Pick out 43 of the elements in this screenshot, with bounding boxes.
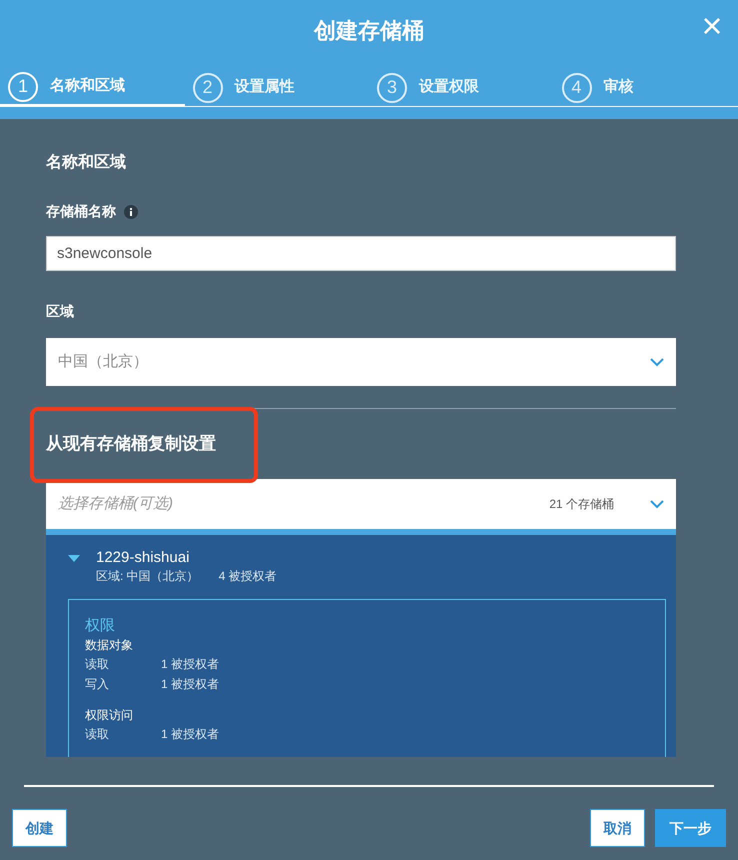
- field-label: 区域: [46, 302, 75, 321]
- bucket-name-field[interactable]: s3newconsole: [46, 236, 676, 271]
- step-number: 3: [377, 72, 407, 102]
- section-title: 从现有存储桶复制设置: [46, 433, 217, 455]
- expand-triangle-icon[interactable]: [68, 555, 80, 562]
- step-tab[interactable]: 3 设置权限: [369, 69, 554, 107]
- step-label: 名称和区域: [50, 76, 125, 96]
- group-title: 权限访问: [85, 707, 134, 724]
- info-icon[interactable]: [124, 204, 138, 218]
- step-number: 2: [192, 72, 222, 102]
- bucket-name[interactable]: 1229-shishuai: [96, 549, 277, 567]
- step-label: 设置权限: [419, 77, 479, 98]
- create-button[interactable]: 创建: [12, 809, 67, 847]
- chevron-down-icon: [650, 358, 664, 366]
- region-dropdown[interactable]: 中国（北京）: [46, 338, 676, 386]
- region-value: 中国（北京）: [58, 352, 148, 372]
- step-tab[interactable]: 4 审核: [554, 69, 738, 107]
- permission-label: 读取: [85, 656, 110, 673]
- step-tab[interactable]: 1 名称和区域: [0, 69, 184, 107]
- step-tab[interactable]: 2 设置属性: [184, 69, 369, 107]
- step-number: 1: [8, 72, 38, 102]
- permission-label: 写入: [85, 676, 110, 693]
- bucket-select[interactable]: 选择存储桶(可选) 21 个存储桶: [46, 479, 676, 535]
- select-placeholder: 选择存储桶(可选): [58, 494, 174, 514]
- next-button[interactable]: 下一步: [655, 809, 726, 847]
- close-button[interactable]: ×: [692, 6, 732, 46]
- step-label: 设置属性: [234, 77, 294, 98]
- grantee-count: 4 被授权者: [218, 568, 277, 585]
- group-title: 数据对象: [85, 637, 134, 654]
- field-label: 存储桶名称: [46, 202, 116, 221]
- chevron-down-icon: [650, 500, 664, 508]
- step-label: 审核: [604, 77, 634, 98]
- permission-value: 1 被授权者: [161, 676, 220, 693]
- permission-label: 读取: [85, 726, 110, 743]
- step-number: 4: [562, 72, 592, 102]
- permission-value: 1 被授权者: [161, 656, 220, 673]
- window-title: 创建存储桶: [314, 17, 424, 45]
- cancel-button[interactable]: 取消: [590, 809, 645, 847]
- bucket-region: 区域: 中国（北京）: [96, 568, 199, 585]
- permissions-title: 权限: [85, 616, 116, 636]
- permission-value: 1 被授权者: [161, 726, 220, 743]
- section-title: 名称和区域: [46, 152, 127, 173]
- bucket-count: 21 个存储桶: [549, 496, 614, 513]
